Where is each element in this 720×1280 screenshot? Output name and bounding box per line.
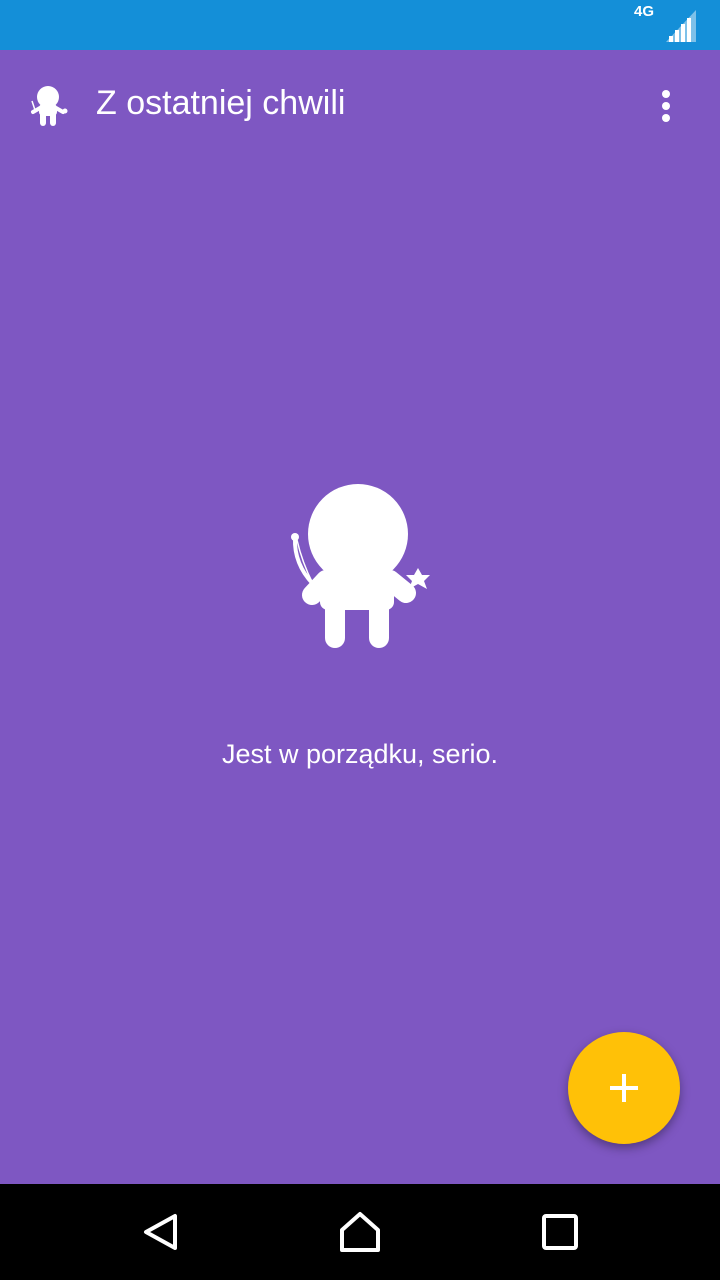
app-bar: Z ostatniej chwili	[0, 50, 720, 162]
add-button[interactable]	[568, 1032, 680, 1144]
plus-icon	[610, 1074, 638, 1102]
more-vert-icon[interactable]	[646, 86, 686, 126]
status-bar: 4G	[0, 0, 720, 50]
system-nav-bar	[0, 1184, 720, 1280]
character-illustration-icon	[291, 484, 430, 648]
empty-state-message: Jest w porządku, serio.	[221, 739, 499, 769]
home-icon[interactable]	[336, 1208, 384, 1256]
back-triangle-icon[interactable]	[136, 1208, 184, 1256]
network-type-label: 4G	[633, 3, 654, 20]
signal-strength-icon	[666, 10, 696, 42]
recents-square-icon[interactable]	[536, 1208, 584, 1256]
page-title: Z ostatniej chwili	[96, 84, 346, 122]
character-logo-icon	[31, 86, 68, 126]
